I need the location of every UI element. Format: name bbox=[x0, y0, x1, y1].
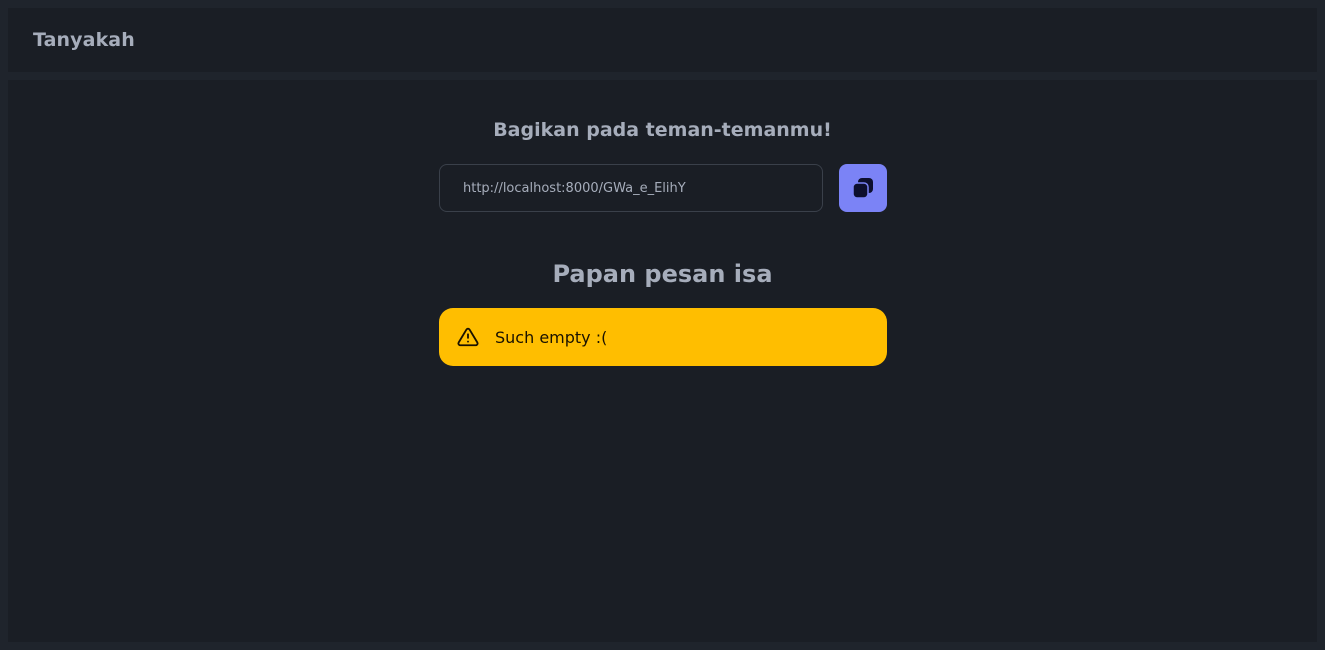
empty-alert: Such empty :( bbox=[439, 308, 887, 366]
share-heading: Bagikan pada teman-temanmu! bbox=[493, 119, 832, 141]
copy-icon bbox=[851, 176, 875, 200]
share-url-input[interactable] bbox=[439, 164, 823, 212]
copy-link-button[interactable] bbox=[839, 164, 887, 212]
main-content: Bagikan pada teman-temanmu! Papan pesan … bbox=[8, 80, 1317, 642]
warning-icon bbox=[457, 326, 479, 348]
empty-alert-text: Such empty :( bbox=[495, 327, 608, 347]
message-board-heading: Papan pesan isa bbox=[552, 260, 773, 288]
brand-title[interactable]: Tanyakah bbox=[33, 29, 135, 51]
navbar: Tanyakah bbox=[8, 8, 1317, 72]
